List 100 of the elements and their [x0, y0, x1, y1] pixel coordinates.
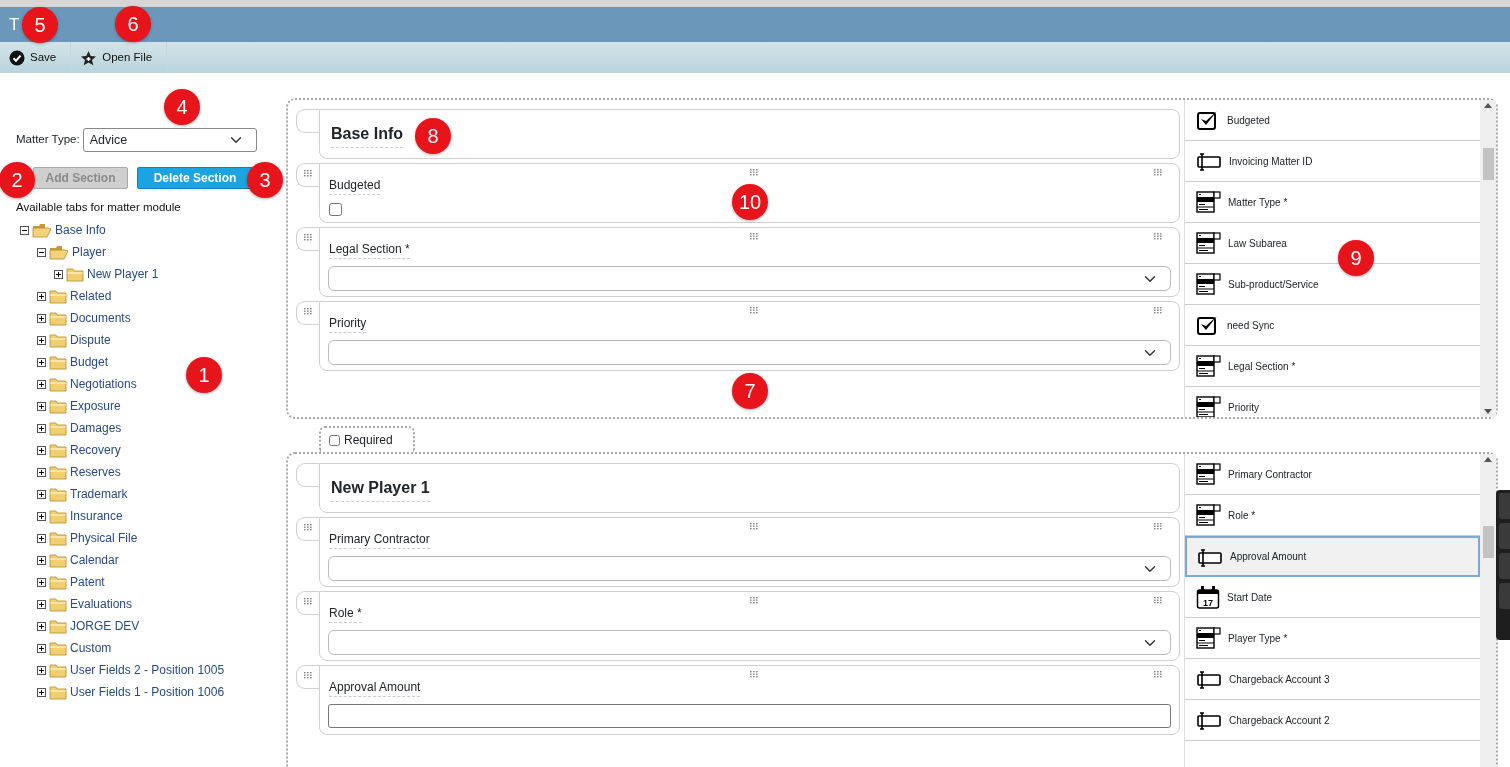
- drag-handle-icon[interactable]: [749, 169, 759, 176]
- callout-badge: 10: [732, 184, 768, 220]
- dropdown-list-icon: [1196, 626, 1221, 650]
- folder-icon: [49, 288, 67, 304]
- drag-handle-icon[interactable]: [1154, 233, 1163, 240]
- checkbox[interactable]: [329, 203, 342, 216]
- drag-handle-icon[interactable]: [749, 523, 759, 530]
- expand-icon[interactable]: [37, 313, 46, 323]
- drag-handle-icon[interactable]: [303, 308, 313, 315]
- dropdown-list-icon: [1196, 503, 1221, 527]
- tree-item[interactable]: User Fields 2 - Position 1005: [70, 661, 225, 680]
- tree-item[interactable]: JORGE DEV: [70, 617, 140, 636]
- expand-icon[interactable]: [37, 687, 46, 697]
- open-file-button[interactable]: Open File: [71, 42, 168, 73]
- expand-icon[interactable]: [37, 467, 46, 477]
- open-folder-icon: [49, 244, 69, 260]
- tree-item[interactable]: Custom: [70, 639, 112, 658]
- tree-item[interactable]: User Fields 1 - Position 1006: [70, 683, 225, 702]
- scroll-up-icon[interactable]: [1484, 103, 1492, 108]
- tree-item[interactable]: Dispute: [70, 331, 111, 350]
- expand-icon[interactable]: [37, 621, 46, 631]
- expand-icon[interactable]: [37, 291, 46, 301]
- tree-item[interactable]: Damages: [70, 419, 122, 438]
- expand-icon[interactable]: [37, 445, 46, 455]
- dropdown-field[interactable]: [328, 266, 1171, 291]
- drag-handle-icon[interactable]: [749, 597, 759, 604]
- tree-item[interactable]: Related: [70, 287, 112, 306]
- drag-handle-icon[interactable]: [749, 233, 759, 240]
- dropdown-list-icon: [1196, 395, 1221, 417]
- save-button[interactable]: Save: [0, 42, 72, 73]
- drag-handle-icon[interactable]: [303, 672, 313, 679]
- tree-item[interactable]: Exposure: [70, 397, 121, 416]
- folder-icon: [49, 464, 67, 480]
- expand-icon[interactable]: [37, 577, 46, 587]
- drag-handle-icon[interactable]: [1154, 307, 1163, 314]
- drag-handle-icon[interactable]: [1154, 671, 1163, 678]
- tree-item[interactable]: Documents: [70, 309, 131, 328]
- check-circle-icon: [9, 49, 25, 66]
- drag-handle-icon[interactable]: [303, 524, 313, 531]
- expand-icon[interactable]: [37, 665, 46, 675]
- scrollbar-thumb[interactable]: [1482, 526, 1494, 558]
- tree-item[interactable]: Patent: [70, 573, 105, 592]
- expand-icon[interactable]: [37, 555, 46, 565]
- expand-icon[interactable]: [37, 401, 46, 411]
- tree-item[interactable]: Player: [72, 243, 106, 262]
- input-field[interactable]: [328, 704, 1171, 728]
- folder-icon: [49, 332, 67, 348]
- drag-handle-icon[interactable]: [1154, 169, 1163, 176]
- expand-icon[interactable]: [37, 489, 46, 499]
- folder-icon: [66, 266, 84, 282]
- drag-handle-icon[interactable]: [303, 170, 313, 177]
- expand-icon[interactable]: [37, 335, 46, 345]
- folder-icon: [49, 640, 67, 656]
- expand-icon[interactable]: [37, 423, 46, 433]
- drag-handle-icon[interactable]: [1154, 597, 1163, 604]
- tree-heading: Available tabs for matter module: [15, 200, 182, 215]
- tree-item[interactable]: Recovery: [70, 441, 121, 460]
- tree-item[interactable]: Negotiations: [70, 375, 137, 394]
- tree-item[interactable]: Insurance: [70, 507, 123, 526]
- callout-badge: 2: [0, 162, 35, 198]
- callout-badge: 7: [732, 373, 768, 409]
- expand-icon[interactable]: [37, 511, 46, 521]
- tree-item[interactable]: Base Info: [55, 221, 106, 240]
- drag-handle-icon[interactable]: [749, 307, 759, 314]
- scrollbar[interactable]: [1480, 100, 1496, 417]
- dropdown-field[interactable]: [328, 340, 1171, 365]
- folder-icon: [49, 310, 67, 326]
- dropdown-field[interactable]: [328, 630, 1171, 655]
- drag-handle-icon[interactable]: [303, 234, 313, 241]
- tree-item[interactable]: Trademark: [70, 485, 128, 504]
- tree-item[interactable]: New Player 1: [87, 265, 159, 284]
- tree-item[interactable]: Calendar: [70, 551, 119, 570]
- palette-item[interactable]: Approval Amount: [1185, 536, 1480, 577]
- drag-handle-icon[interactable]: [303, 598, 313, 605]
- dropdown-field[interactable]: [328, 556, 1171, 581]
- expand-icon[interactable]: [37, 643, 46, 653]
- tree-item[interactable]: Reserves: [70, 463, 121, 482]
- collapse-icon[interactable]: [37, 247, 46, 257]
- scrollbar-thumb[interactable]: [1482, 147, 1494, 180]
- folder-icon: [49, 596, 67, 612]
- matter-type-select[interactable]: Advice: [82, 128, 257, 152]
- required-checkbox[interactable]: [329, 434, 340, 446]
- required-tab[interactable]: Required: [319, 426, 415, 452]
- tree-item[interactable]: Evaluations: [70, 595, 133, 614]
- expand-icon[interactable]: [37, 599, 46, 609]
- expand-icon[interactable]: [37, 533, 46, 543]
- expand-icon[interactable]: [37, 379, 46, 389]
- scrollbar[interactable]: [1480, 454, 1496, 767]
- tree-item[interactable]: Physical File: [70, 529, 138, 548]
- collapse-icon[interactable]: [20, 225, 29, 235]
- folder-icon: [49, 530, 67, 546]
- dropdown-list-icon: [1196, 462, 1221, 486]
- scroll-down-icon[interactable]: [1484, 409, 1492, 414]
- expand-icon[interactable]: [54, 269, 63, 279]
- scroll-up-icon[interactable]: [1484, 457, 1492, 462]
- drag-handle-icon[interactable]: [1154, 523, 1163, 530]
- expand-icon[interactable]: [37, 357, 46, 367]
- drag-handle-icon[interactable]: [749, 671, 759, 678]
- callout-badge: 4: [164, 89, 200, 125]
- tree-item[interactable]: Budget: [70, 353, 109, 372]
